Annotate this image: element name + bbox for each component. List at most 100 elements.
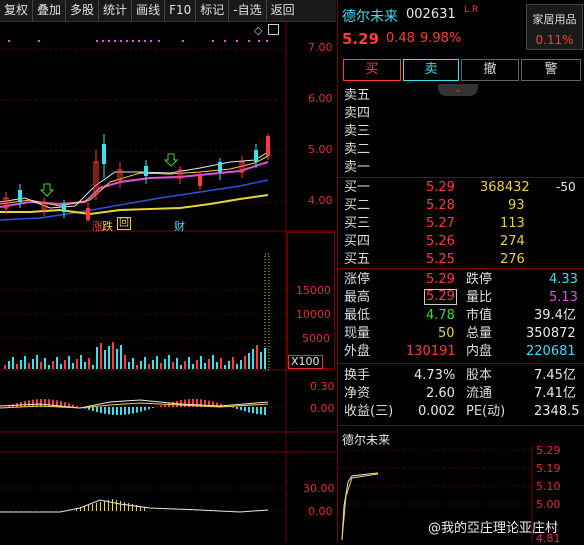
ask-label: 卖四: [344, 105, 370, 122]
bid-price: 5.27: [426, 215, 455, 232]
quote-row: 最低 4.78 市值 39.4亿: [338, 307, 584, 324]
volume-tick: 10000: [296, 308, 331, 321]
ask-label: 卖三: [344, 123, 370, 140]
limit-down-marker: 跌: [102, 218, 113, 234]
quote-row: 收益(三) 0.002 PE(动) 2348.5: [338, 403, 584, 420]
stat-label: 跌停: [466, 271, 492, 288]
bid-label: 买一: [344, 179, 370, 196]
toolbar-button-statistics[interactable]: 统计: [99, 0, 132, 21]
ask-row: 卖四: [338, 105, 584, 122]
macd-tick: 0.00: [310, 402, 335, 415]
inner-volume-value: 220681: [526, 343, 576, 360]
mini-tick: 5.10: [536, 480, 561, 493]
toolbar-button-fuquan[interactable]: 复权: [0, 0, 33, 21]
bid-row: 买一 5.29 368432 -50: [338, 179, 584, 196]
finance-marker[interactable]: 财: [174, 218, 185, 234]
price-tick: 4.00: [308, 194, 333, 207]
maximize-icon[interactable]: [268, 24, 279, 35]
bid-label: 买五: [344, 251, 370, 268]
stat-label: 收益(三): [344, 403, 393, 420]
quote-row: 换手 4.73% 股本 7.45亿: [338, 367, 584, 384]
ma60-line: [0, 180, 268, 220]
limit-down-value: 4.33: [549, 271, 578, 288]
mini-tick: 5.00: [536, 498, 561, 511]
quote-row: 最高 5.29 量比 5.13: [338, 289, 584, 306]
bid-label: 买四: [344, 233, 370, 250]
stat-label: 涨停: [344, 271, 370, 288]
volume-bars: [4, 342, 266, 369]
turnover-value: 4.73%: [414, 367, 455, 384]
stat-label: 外盘: [344, 343, 370, 360]
stat-label: 股本: [466, 367, 492, 384]
price-change-pct: 9.98%: [420, 31, 461, 46]
stat-label: 最低: [344, 307, 370, 324]
stat-label: 最高: [344, 289, 370, 306]
float-value: 7.41亿: [534, 385, 576, 402]
toolbar-button-f10[interactable]: F10: [165, 0, 196, 21]
volume-unit: X100: [288, 355, 323, 369]
quote-row: 涨停 5.29 跌停 4.33: [338, 271, 584, 288]
eps-value: 0.002: [418, 403, 455, 420]
pe-value: 2348.5: [534, 403, 580, 420]
sell-button[interactable]: 卖: [403, 59, 459, 81]
volume-axis-box: [287, 232, 335, 369]
current-volume-value: 50: [438, 325, 455, 342]
outer-volume-value: 130191: [406, 343, 456, 360]
ask-label: 卖五: [344, 87, 370, 104]
ask-row: 卖五: [338, 87, 584, 104]
ask-label: 卖一: [344, 159, 370, 176]
price-tick: 6.00: [308, 92, 333, 105]
toolbar-button-back[interactable]: 返回: [267, 0, 299, 21]
kline-chart-svg: [0, 22, 336, 542]
stat-label: 总量: [466, 325, 492, 342]
stat-label: 流通: [466, 385, 492, 402]
mini-tick: 5.19: [536, 462, 561, 475]
sector-change: 0.11%: [527, 33, 582, 47]
last-price: 5.29: [342, 30, 379, 48]
volume-ratio-value: 5.13: [549, 289, 578, 306]
alert-button[interactable]: 警: [521, 59, 581, 81]
kline-chart-area[interactable]: 7.00 6.00 5.00 4.00 ◇ 涨 跌 回 财 15000 1000…: [0, 22, 336, 542]
bid-price: 5.26: [426, 233, 455, 250]
down-arrow-icon: [41, 184, 53, 196]
bid-volume: 274: [500, 233, 525, 250]
toolbar-button-overlay[interactable]: 叠加: [33, 0, 66, 21]
diamond-icon[interactable]: ◇: [254, 24, 262, 37]
toolbar-button-draw-line[interactable]: 画线: [132, 0, 165, 21]
toolbar-button-remove-watchlist[interactable]: -自选: [229, 0, 266, 21]
cancel-order-button[interactable]: 撤: [461, 59, 519, 81]
down-arrow-icon: [165, 154, 177, 166]
bid-row: 买二 5.28 93: [338, 197, 584, 214]
ind3-line: [0, 500, 268, 512]
low-value: 4.78: [426, 307, 455, 324]
watermark: @我的亞庄理论亚庄村: [428, 517, 558, 536]
price-change: 0.48: [386, 31, 415, 46]
ask-row: 卖二: [338, 141, 584, 158]
price-tick: 7.00: [308, 41, 333, 54]
sector-name: 家居用品: [527, 11, 582, 27]
ask-label: 卖二: [344, 141, 370, 158]
sector-box[interactable]: 家居用品 0.11%: [526, 4, 583, 50]
quote-panel: 德尔未来 002631 L R 家居用品 0.11% 5.29 0.48 9.9…: [337, 0, 584, 542]
pullback-marker[interactable]: 回: [117, 217, 131, 230]
bid-row: 买四 5.26 274: [338, 233, 584, 250]
toolbar-button-mark[interactable]: 标记: [196, 0, 229, 21]
total-volume-value: 350872: [526, 325, 576, 342]
stock-code: 002631: [406, 7, 456, 22]
limit-up-value: 5.29: [426, 271, 455, 288]
price-tick: 5.00: [308, 143, 333, 156]
bid-price: 5.29: [426, 179, 455, 196]
bid-row: 买三 5.27 113: [338, 215, 584, 232]
stock-flags: L R: [464, 5, 478, 15]
stock-name: 德尔未来: [342, 6, 398, 26]
net-assets-value: 2.60: [426, 385, 455, 402]
buy-button[interactable]: 买: [343, 59, 401, 81]
ind3-tick: 30.00: [303, 482, 335, 495]
bid-volume: 368432: [480, 179, 530, 196]
toolbar-button-multi-stock[interactable]: 多股: [66, 0, 99, 21]
macd-tick: 0.30: [310, 380, 335, 393]
stat-label: PE(动): [466, 403, 505, 420]
quote-row: 现量 50 总量 350872: [338, 325, 584, 342]
stat-label: 量比: [466, 289, 492, 306]
bid-label: 买二: [344, 197, 370, 214]
